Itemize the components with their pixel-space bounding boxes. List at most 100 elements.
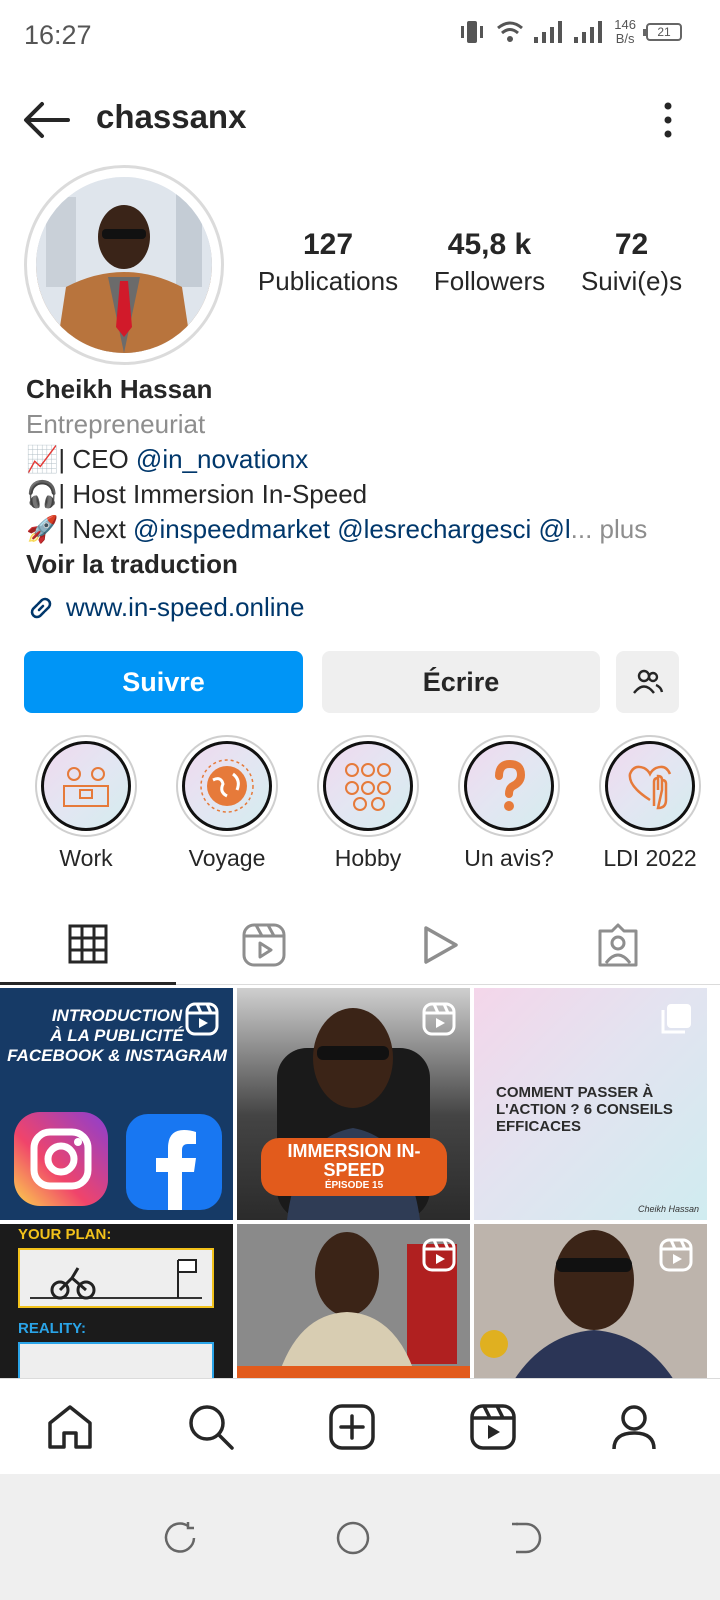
- reality-illustration: [18, 1342, 214, 1380]
- headphones-emoji-icon: 🎧: [26, 479, 59, 509]
- globe-icon: [200, 759, 254, 813]
- heart-hand-icon: [628, 765, 672, 810]
- post-thumbnail[interactable]: INTRODUCTION À LA PUBLICITÉ FACEBOOK & I…: [0, 988, 233, 1220]
- highlight-cover: [182, 741, 272, 831]
- highlight-ring: [317, 735, 419, 837]
- stat-label: Followers: [433, 266, 546, 296]
- options-button[interactable]: [656, 98, 680, 142]
- highlight-ldi-2022[interactable]: LDI 2022: [590, 735, 710, 872]
- cyclist-icon: [30, 1259, 202, 1300]
- speed-unit: B/s: [615, 31, 635, 46]
- nav-home[interactable]: [42, 1399, 98, 1455]
- instagram-logo-icon: [14, 1112, 108, 1206]
- home-icon: [48, 1405, 92, 1449]
- reels-icon: [242, 923, 286, 967]
- message-button[interactable]: Écrire: [322, 651, 600, 713]
- back-button[interactable]: [20, 98, 72, 142]
- highlight-voyage[interactable]: Voyage: [167, 735, 287, 872]
- system-navigation: [0, 1474, 720, 1600]
- highlight-label: Work: [59, 845, 113, 871]
- stat-value: 45,8 k: [447, 228, 532, 261]
- vibrate-icon: [461, 21, 484, 43]
- highlight-ring: [35, 735, 137, 837]
- network-speed: 146 B/s: [614, 18, 636, 46]
- profile-tabs: [0, 905, 720, 985]
- suggested-accounts-button[interactable]: [616, 651, 679, 713]
- avatar[interactable]: [36, 177, 212, 353]
- facebook-logo-icon: [126, 1114, 222, 1210]
- highlight-cover: [323, 741, 413, 831]
- follow-button[interactable]: Suivre: [24, 651, 303, 713]
- mention-link[interactable]: @inspeedmarket: [133, 514, 330, 544]
- post-thumbnail[interactable]: [474, 1224, 707, 1380]
- highlight-ring: [176, 735, 278, 837]
- recent-apps-icon: [164, 1522, 196, 1553]
- display-name: Cheikh Hassan: [26, 374, 213, 404]
- post-thumbnail[interactable]: IMMERSION IN-SPEED ÉPISODE 15: [237, 988, 470, 1220]
- reels-icon: [422, 1002, 456, 1036]
- highlight-label: Un avis?: [464, 845, 554, 871]
- status-icons: 146 B/s 21: [458, 18, 682, 46]
- grid-icon: [68, 924, 108, 963]
- link-icon: [30, 597, 52, 618]
- tab-tagged[interactable]: [530, 905, 706, 985]
- create-post-icon: [329, 1404, 375, 1450]
- bio-line-1: 📈| CEO @in_novationx: [26, 442, 706, 477]
- highlight-label: Hobby: [334, 845, 402, 871]
- highlight-cover: [41, 741, 131, 831]
- recent-apps-button[interactable]: [160, 1518, 200, 1558]
- nav-search[interactable]: [183, 1399, 239, 1455]
- nav-reels[interactable]: [465, 1399, 521, 1455]
- post-thumbnail[interactable]: YOUR PLAN: REALITY:: [0, 1224, 233, 1380]
- tagged-icon: [598, 923, 638, 967]
- website-url: www.in-speed.online: [66, 592, 305, 622]
- post-caption: COMMENT PASSER À L'ACTION ? 6 CONSEILS E…: [496, 1084, 673, 1135]
- username-title: chassanx: [96, 98, 247, 135]
- reels-icon: [659, 1238, 693, 1272]
- stat-label: Suivi(e)s: [580, 266, 683, 296]
- question-icon: [495, 759, 526, 811]
- highlight-ring: [458, 735, 560, 837]
- post-caption-line: FACEBOOK & INSTAGRAM: [7, 1046, 227, 1065]
- home-circle-icon: [336, 1521, 370, 1555]
- website-link[interactable]: www.in-speed.online: [26, 590, 706, 625]
- tab-posts-grid[interactable]: [0, 905, 176, 985]
- home-button[interactable]: [333, 1518, 373, 1558]
- bottom-navigation: [0, 1378, 720, 1474]
- workspace-icon: [63, 767, 109, 807]
- profile-icon: [612, 1405, 656, 1450]
- translate-link[interactable]: Voir la traduction: [26, 547, 706, 582]
- stat-posts[interactable]: 127 Publications: [258, 228, 398, 297]
- bio-text: | CEO: [58, 444, 136, 474]
- plan-illustration: [18, 1248, 214, 1308]
- back-button-system[interactable]: [504, 1518, 544, 1558]
- bio-line-3: 🚀| Next @inspeedmarket @lesrechargesci @…: [26, 512, 706, 547]
- post-caption-line: ÉPISODE 15: [324, 1180, 384, 1191]
- post-thumbnail[interactable]: [237, 1224, 470, 1380]
- nav-profile[interactable]: [606, 1399, 662, 1455]
- mention-link[interactable]: @lesrechargesci: [337, 514, 531, 544]
- mention-link[interactable]: @in_novationx: [136, 444, 308, 474]
- post-signature: Cheikh Hassan: [637, 1204, 699, 1214]
- post-thumbnail[interactable]: COMMENT PASSER À L'ACTION ? 6 CONSEILS E…: [474, 988, 707, 1220]
- post-caption: IMMERSION IN-SPEED ÉPISODE 15: [261, 1138, 447, 1196]
- bio-more-link[interactable]: ... plus: [571, 514, 648, 544]
- mention-link[interactable]: @l: [538, 514, 570, 544]
- highlight-un-avis[interactable]: Un avis?: [449, 735, 569, 872]
- profile-header: chassanx: [0, 88, 720, 152]
- highlight-cover: [605, 741, 695, 831]
- stat-following[interactable]: 72 Suivi(e)s: [581, 228, 682, 297]
- nav-create[interactable]: [324, 1399, 380, 1455]
- story-highlights: Work Voyage Hobby Un avis? LDI 2022: [0, 735, 720, 875]
- signal-icon-2: [574, 21, 603, 43]
- battery-icon: 21: [643, 23, 682, 41]
- tab-reels[interactable]: [176, 905, 352, 985]
- bio-text: | Host Immersion In-Speed: [58, 479, 368, 509]
- highlight-work[interactable]: Work: [26, 735, 146, 872]
- highlight-hobby[interactable]: Hobby: [308, 735, 428, 872]
- search-icon: [189, 1405, 234, 1450]
- reels-icon: [470, 1404, 516, 1450]
- tab-videos[interactable]: [352, 905, 528, 985]
- stat-followers[interactable]: 45,8 k Followers: [434, 228, 545, 297]
- signal-icon: [534, 21, 563, 43]
